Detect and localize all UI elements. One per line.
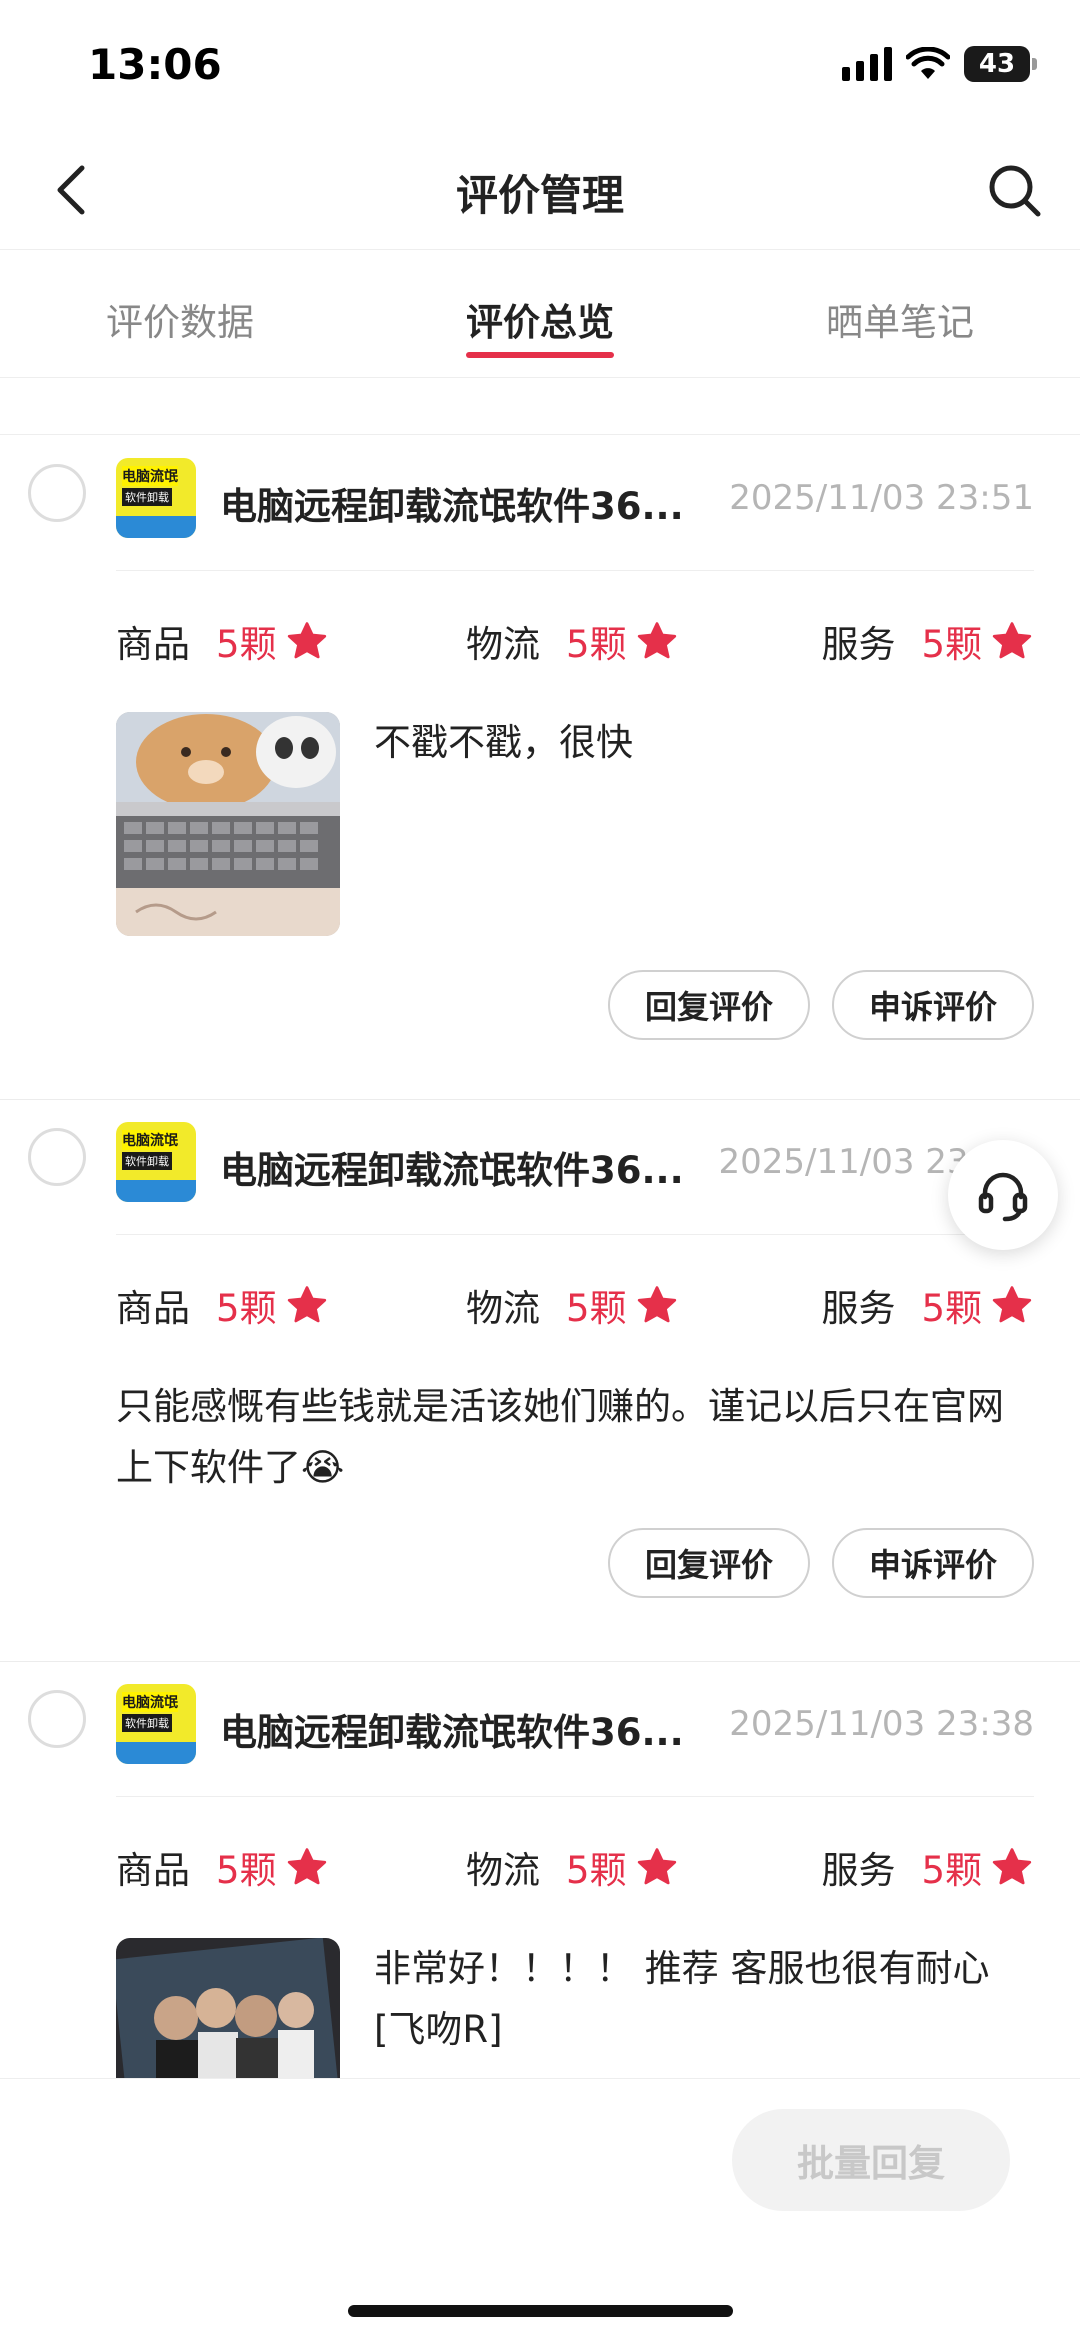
tab-bar: 评价数据 评价总览 晒单笔记 xyxy=(0,252,1080,378)
shop-logo: 电脑流氓 软件卸载 xyxy=(116,1122,196,1202)
review-time: 2025/11/03 23: xyxy=(718,1142,981,1182)
status-time: 13:06 xyxy=(88,40,222,89)
ratings-row: 商品 5颗 物流 5颗 服务 5颗 xyxy=(116,614,1034,674)
batch-reply-button[interactable]: 批量回复 xyxy=(732,2109,1010,2211)
star-icon xyxy=(287,1848,326,1885)
status-bar: 13:06 43 xyxy=(0,0,1080,130)
review-list[interactable]: 电脑流氓 软件卸载 电脑远程卸载流氓软件36... 2025/11/03 23:… xyxy=(0,436,1080,2078)
page-title: 评价管理 xyxy=(455,171,624,220)
star-icon xyxy=(992,1286,1032,1323)
reply-review-button[interactable]: 回复评价 xyxy=(608,970,810,1040)
shop-logo: 电脑流氓 软件卸载 xyxy=(116,458,196,538)
select-checkbox[interactable] xyxy=(28,1128,86,1186)
appeal-review-button[interactable]: 申诉评价 xyxy=(832,970,1034,1040)
star-icon xyxy=(637,1848,676,1885)
review-text: 只能感慨有些钱就是活该她们赚的。谨记以后只在官网上下软件了😭 xyxy=(116,1385,1004,1489)
spacer xyxy=(0,380,1080,435)
star-icon xyxy=(992,622,1032,659)
rating-product: 商品 5颗 xyxy=(116,1840,329,1894)
review-photo[interactable] xyxy=(116,1938,340,2078)
headset-icon xyxy=(978,1172,1028,1222)
status-icons: 43 xyxy=(842,46,1037,82)
nav-bar: 评价管理 xyxy=(0,130,1080,250)
rating-product: 商品 5颗 xyxy=(116,614,329,668)
star-icon xyxy=(637,622,676,659)
appeal-review-button[interactable]: 申诉评价 xyxy=(832,1528,1034,1598)
review-card: 电脑流氓 软件卸载 电脑远程卸载流氓软件36... 2025/11/03 23:… xyxy=(0,1662,1080,2078)
review-photo[interactable] xyxy=(116,712,340,936)
review-card: 电脑流氓 软件卸载 电脑远程卸载流氓软件36... 2025/11/03 23:… xyxy=(0,436,1080,1100)
star-icon xyxy=(287,1286,326,1323)
tab-review-overview[interactable]: 评价总览 xyxy=(360,252,720,377)
rating-logistics: 物流 5颗 xyxy=(466,1278,679,1332)
star-icon xyxy=(287,622,326,659)
star-icon xyxy=(992,1848,1032,1885)
home-indicator[interactable] xyxy=(348,2305,733,2317)
wifi-icon xyxy=(906,47,950,79)
tab-review-data[interactable]: 评价数据 xyxy=(0,252,360,377)
search-icon[interactable] xyxy=(984,160,1044,220)
rating-service: 服务 5颗 xyxy=(821,1840,1034,1894)
tab-show-notes[interactable]: 晒单笔记 xyxy=(720,252,1080,377)
customer-service-button[interactable] xyxy=(948,1140,1058,1250)
divider xyxy=(116,570,1034,571)
shop-logo: 电脑流氓 软件卸载 xyxy=(116,1684,196,1764)
rating-service: 服务 5颗 xyxy=(821,1278,1034,1332)
bottom-action-bar: 批量回复 xyxy=(0,2078,1080,2337)
rating-logistics: 物流 5颗 xyxy=(466,614,679,668)
rating-logistics: 物流 5颗 xyxy=(466,1840,679,1894)
review-time: 2025/11/03 23:38 xyxy=(729,1704,1034,1744)
divider xyxy=(116,1796,1034,1797)
review-time: 2025/11/03 23:51 xyxy=(729,478,1034,518)
review-card: 电脑流氓 软件卸载 电脑远程卸载流氓软件36... 2025/11/03 23:… xyxy=(0,1100,1080,1662)
rating-product: 商品 5颗 xyxy=(116,1278,329,1332)
signal-icon xyxy=(842,47,892,81)
ratings-row: 商品 5颗 物流 5颗 服务 5颗 xyxy=(116,1278,1034,1338)
divider xyxy=(116,1234,1034,1235)
rating-service: 服务 5颗 xyxy=(821,614,1034,668)
star-icon xyxy=(637,1286,676,1323)
battery-icon: 43 xyxy=(964,46,1037,82)
product-name[interactable]: 电脑远程卸载流氓软件36... xyxy=(220,476,684,530)
reply-review-button[interactable]: 回复评价 xyxy=(608,1528,810,1598)
select-checkbox[interactable] xyxy=(28,464,86,522)
review-text: 不戳不戳，很快 xyxy=(374,721,633,764)
select-checkbox[interactable] xyxy=(28,1690,86,1748)
product-name[interactable]: 电脑远程卸载流氓软件36... xyxy=(220,1702,684,1756)
product-name[interactable]: 电脑远程卸载流氓软件36... xyxy=(220,1140,684,1194)
review-text: 非常好！！！！ 推荐 客服也很有耐心[飞吻R] xyxy=(374,1947,990,2051)
ratings-row: 商品 5颗 物流 5颗 服务 5颗 xyxy=(116,1840,1034,1900)
